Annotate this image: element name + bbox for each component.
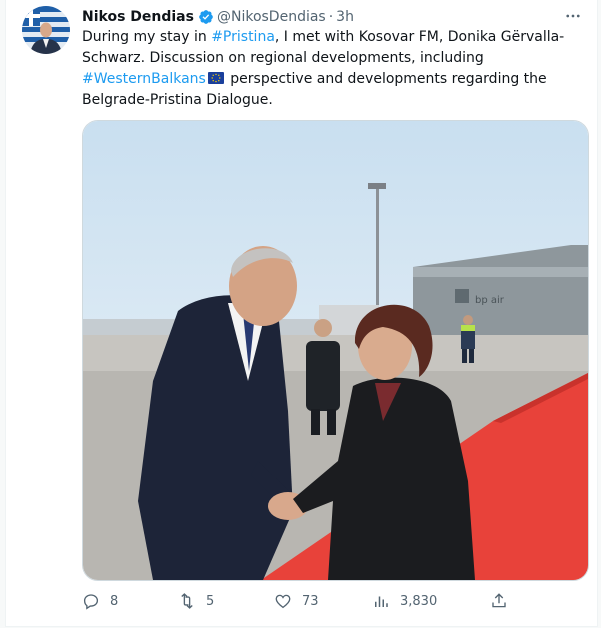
eu-flag-icon <box>207 72 224 84</box>
like-icon <box>275 594 291 609</box>
tweet-card[interactable]: Nikos Dendias @NikosDendias · 3h During … <box>5 0 598 627</box>
verified-badge-icon <box>199 10 213 24</box>
tweet-text: During my stay in #Pristina, I met with … <box>82 27 582 111</box>
views-count: 3,830 <box>400 593 438 609</box>
retweet-count: 5 <box>206 593 215 609</box>
hashtag-pristina[interactable]: #Pristina <box>211 29 275 45</box>
reply-button[interactable]: 8 <box>82 590 118 612</box>
retweet-icon <box>181 593 193 609</box>
reply-count: 8 <box>110 593 119 609</box>
like-count: 73 <box>302 593 319 609</box>
avatar-image <box>22 6 70 54</box>
views-icon <box>375 596 388 607</box>
separator-dot: · <box>328 9 334 25</box>
author-name[interactable]: Nikos Dendias <box>82 9 194 25</box>
like-button[interactable]: 73 <box>274 590 319 612</box>
views-button[interactable]: 3,830 <box>372 590 437 612</box>
tweet-header: Nikos Dendias @NikosDendias · 3h <box>82 7 354 27</box>
more-icon <box>566 14 580 18</box>
timestamp[interactable]: 3h <box>336 9 354 25</box>
share-button[interactable] <box>490 590 518 612</box>
reply-icon <box>83 594 99 610</box>
share-icon <box>492 593 506 608</box>
photo-handshake: bp air <box>83 121 588 580</box>
hashtag-westernbalkans[interactable]: #WesternBalkans <box>82 71 206 87</box>
more-button[interactable] <box>561 6 585 26</box>
hangar-sign: bp air <box>475 295 505 306</box>
tweet-photo[interactable]: bp air <box>82 120 589 581</box>
avatar[interactable] <box>22 6 70 54</box>
retweet-button[interactable]: 5 <box>178 590 214 612</box>
text-part: During my stay in <box>82 29 212 45</box>
tweet-actions: 8 5 73 3,830 <box>82 590 512 612</box>
author-handle[interactable]: @NikosDendias <box>217 9 326 25</box>
